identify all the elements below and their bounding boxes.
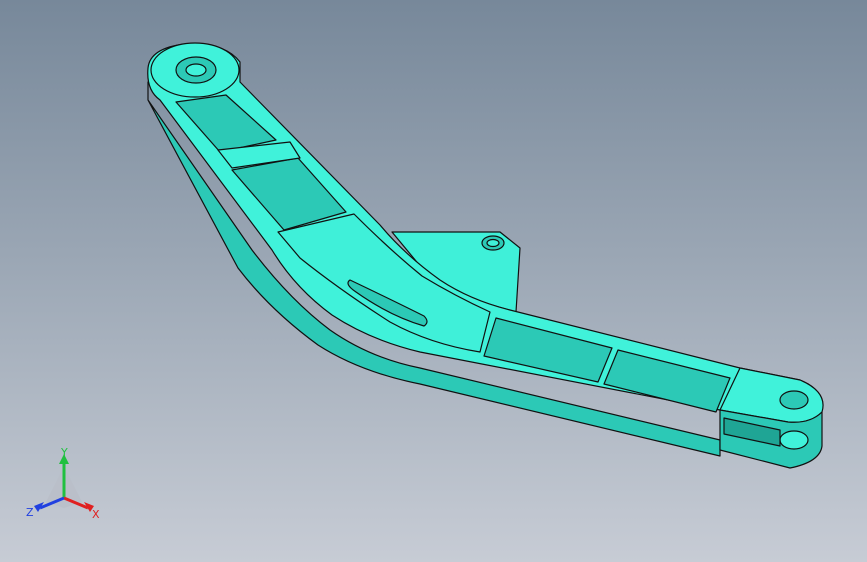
clevis-hole-top xyxy=(779,390,809,410)
view-triad[interactable]: Y X Z xyxy=(24,446,104,526)
clevis-hole-bottom xyxy=(779,430,809,450)
3d-model[interactable] xyxy=(0,0,867,562)
graphics-viewport[interactable]: Y X Z xyxy=(0,0,867,562)
x-axis-label: X xyxy=(92,508,100,521)
z-axis-label: Z xyxy=(26,506,34,519)
y-axis-label: Y xyxy=(60,446,68,459)
